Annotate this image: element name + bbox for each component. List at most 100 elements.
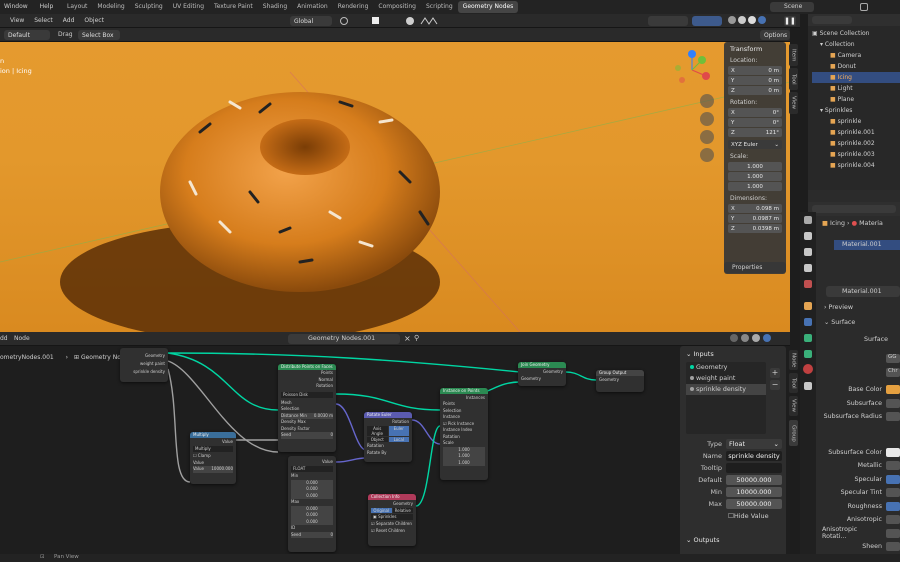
local-option[interactable]: Local <box>388 437 409 442</box>
random-mode-dropdown[interactable]: FLOAT <box>291 466 333 472</box>
rotation-y-field[interactable]: Y 0° <box>728 118 782 127</box>
dimensions-x-field[interactable]: X 0.098 m <box>728 204 782 213</box>
view-layer-tab-icon[interactable] <box>804 264 812 272</box>
tooltip-input[interactable] <box>726 463 782 473</box>
instance-on-points-node[interactable]: Instance on Points Instances Points Sele… <box>440 388 488 480</box>
overlay-toggle[interactable] <box>692 16 722 26</box>
input-item-geometry[interactable]: Geometry <box>686 362 766 373</box>
rotation-x-field[interactable]: X 0° <box>728 108 782 117</box>
multiply-node[interactable]: Multiply Value Multiply ☐ Clamp Value Va… <box>190 432 236 484</box>
outliner-item-collection[interactable]: ▾ Collection <box>812 39 900 50</box>
pan-hand-icon[interactable] <box>700 112 714 126</box>
tab-compositing[interactable]: Compositing <box>373 1 421 13</box>
tab-group[interactable]: Group <box>789 420 798 446</box>
location-y-field[interactable]: Y 0 m <box>728 76 782 85</box>
tab-node[interactable]: Node <box>789 350 798 370</box>
perspective-toggle-icon[interactable] <box>700 148 714 162</box>
outliner-item-sprinkles[interactable]: ▾ Sprinkles <box>812 105 900 116</box>
properties-panel-toggle[interactable]: Properties <box>724 262 786 273</box>
tab-node-tool[interactable]: Tool <box>789 373 798 393</box>
tab-sculpting[interactable]: Sculpting <box>130 1 168 13</box>
distribution-dropdown[interactable]: GG <box>886 354 900 363</box>
preview-section[interactable]: › Preview <box>824 304 853 311</box>
sheen-row[interactable]: Sheen <box>822 540 900 554</box>
proportional-edit-icon[interactable] <box>406 17 414 25</box>
view-layer-icon[interactable] <box>860 3 868 11</box>
render-tab-icon[interactable] <box>804 232 812 240</box>
transform-orientation-dropdown[interactable]: Global <box>290 16 332 26</box>
specular-tint-row[interactable]: Specular Tint <box>822 486 900 500</box>
data-tab-icon[interactable] <box>804 350 812 358</box>
object-tab-icon[interactable] <box>804 302 812 310</box>
scene-collection[interactable]: ▣ Scene Collection <box>812 28 900 39</box>
solid-shading-icon[interactable] <box>738 16 746 24</box>
outliner-item-donut[interactable]: ■ Donut <box>812 61 900 72</box>
wireframe-shading-icon[interactable] <box>728 16 736 24</box>
tab-rendering[interactable]: Rendering <box>333 1 374 13</box>
anisotropic-rotation-row[interactable]: Anisotropic Rotati... <box>822 526 900 540</box>
operation-dropdown[interactable]: Multiply <box>193 446 233 452</box>
rotation-mode-dropdown[interactable]: XYZ Euler ⌄ <box>728 140 782 149</box>
output-tab-icon[interactable] <box>804 248 812 256</box>
tab-tool[interactable]: Tool <box>789 68 798 90</box>
reset-children-checkbox[interactable]: ☑ Reset Children <box>368 528 416 535</box>
outliner-item-sprinkle-003[interactable]: ■ sprinkle.003 <box>812 149 900 160</box>
pivot-icon[interactable] <box>340 17 348 25</box>
distribute-points-node[interactable]: Distribute Points on Faces Points Normal… <box>278 364 336 452</box>
base-color-row[interactable]: Base Color <box>822 383 900 397</box>
input-item-sprinkle-density[interactable]: sprinkle density <box>686 384 766 395</box>
tab-node-view[interactable]: View <box>789 396 798 416</box>
roughness-row[interactable]: Roughness <box>822 500 900 514</box>
euler-option[interactable]: Euler <box>388 426 409 436</box>
orientation-dropdown[interactable]: Default <box>4 30 50 40</box>
tab-geometry-nodes[interactable]: Geometry Nodes <box>457 1 519 13</box>
outliner-item-light[interactable]: ■ Light <box>812 83 900 94</box>
outliner-search[interactable] <box>812 16 852 24</box>
material-tab-icon[interactable] <box>803 364 813 374</box>
tool-tab-icon[interactable] <box>804 216 812 224</box>
collection-selector[interactable]: ▣ Sprinkles <box>371 514 413 520</box>
seed-field[interactable]: Seed 0 <box>281 432 333 439</box>
menu-view[interactable]: View <box>10 17 24 24</box>
axis-angle-option[interactable]: Axis Angle <box>367 426 388 436</box>
tab-uv-editing[interactable]: UV Editing <box>168 1 209 13</box>
outliner-item-sprinkle-004[interactable]: ■ sprinkle.004 <box>812 160 900 171</box>
outputs-header[interactable]: ⌄ Outputs <box>686 536 719 544</box>
tab-shading[interactable]: Shading <box>258 1 292 13</box>
select-box-dropdown[interactable]: Select Box <box>78 30 120 40</box>
surface-section[interactable]: ⌄ Surface <box>824 319 855 326</box>
menu-window[interactable]: Window <box>4 3 28 10</box>
scale-z-field[interactable]: 1.000 <box>728 182 782 191</box>
group-input-node[interactable]: Geometry weight paint sprinkle density <box>120 348 168 382</box>
min-field[interactable]: 10000.000 <box>726 487 782 497</box>
properties-search[interactable] <box>812 205 896 213</box>
subsurface-color-row[interactable]: Subsurface Color <box>822 446 900 460</box>
add-input-button[interactable]: + <box>770 368 780 378</box>
join-geometry-node[interactable]: Join Geometry Geometry Geometry <box>518 362 566 386</box>
subsurface-method-dropdown[interactable]: Chr <box>886 368 900 377</box>
original-option[interactable]: Original <box>371 508 392 513</box>
remove-input-button[interactable]: − <box>770 380 780 390</box>
type-dropdown[interactable]: Float ⌄ <box>726 439 782 449</box>
outliner-item-sprinkle-001[interactable]: ■ sprinkle.001 <box>812 127 900 138</box>
outliner-item-sprinkle-002[interactable]: ■ sprinkle.002 <box>812 138 900 149</box>
group-output-node[interactable]: Group Output Geometry <box>596 370 644 392</box>
location-x-field[interactable]: X 0 m <box>728 66 782 75</box>
menu-object[interactable]: Object <box>84 17 104 24</box>
rotation-z-field[interactable]: Z 121° <box>728 128 782 137</box>
dimensions-y-field[interactable]: Y 0.0987 m <box>728 214 782 223</box>
constraint-tab-icon[interactable] <box>804 334 812 342</box>
rendered-shading-icon[interactable] <box>758 16 766 24</box>
options-dropdown[interactable]: Options <box>760 30 790 40</box>
modifier-tab-icon[interactable] <box>804 318 812 326</box>
zoom-icon[interactable] <box>700 94 714 108</box>
tab-scripting[interactable]: Scripting <box>421 1 458 13</box>
material-slot-item[interactable]: Material.001 <box>834 240 900 250</box>
scale-z-field[interactable]: 1.000 <box>443 459 485 466</box>
subsurface-radius-row[interactable]: Subsurface Radius <box>822 410 900 424</box>
navigation-gizmo[interactable] <box>672 50 712 90</box>
scene-selector[interactable]: Scene <box>770 2 814 12</box>
pause-render-icon[interactable]: ❚❚ <box>784 16 796 26</box>
visibility-controls[interactable] <box>648 16 688 26</box>
random-value-node[interactable]: Value FLOAT Min 0.000 0.000 0.000 Max 0.… <box>288 456 336 552</box>
